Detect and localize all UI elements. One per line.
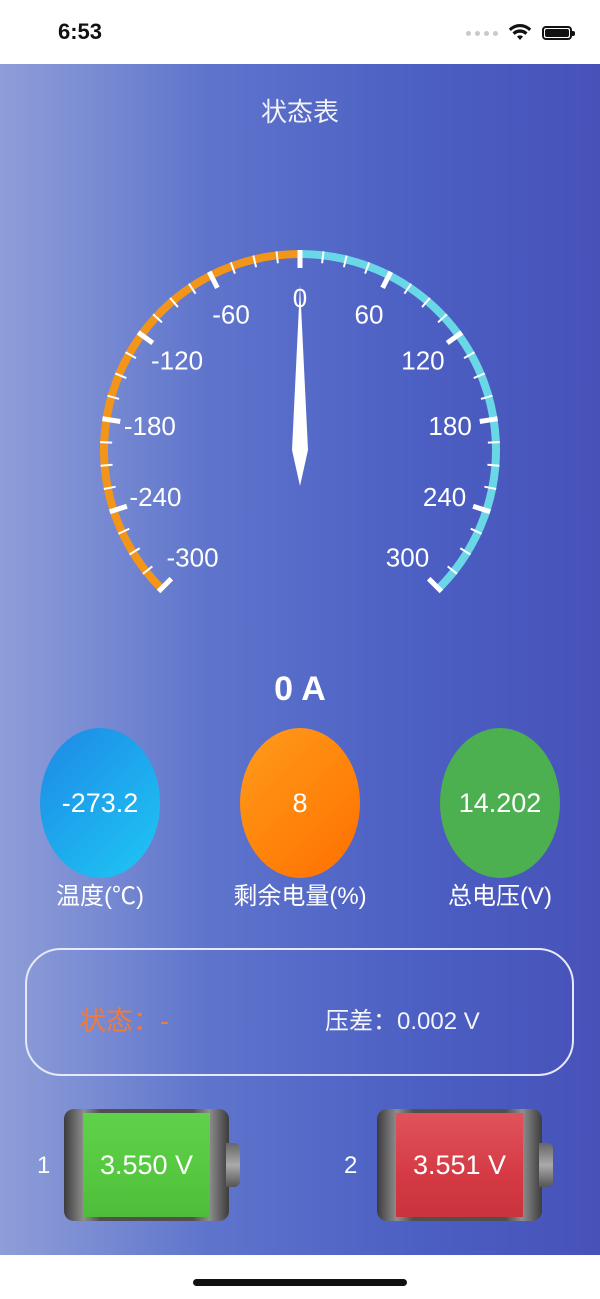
temperature-value: -273.2 [61, 787, 139, 818]
status-bar: 6:53 [0, 0, 600, 64]
voltage-circle: 14.202 [440, 728, 560, 878]
diff-label: 压差： [325, 1008, 397, 1035]
current-readout: 0 A [274, 670, 326, 708]
gauge-tick-label: 60 [355, 300, 384, 330]
status-time: 6:53 [58, 19, 103, 44]
current-gauge: -60-120-180-240-300601201802403000 [100, 250, 500, 594]
state-value: - [160, 1006, 169, 1036]
cell-1-index: 1 [37, 1152, 51, 1179]
gauge-tick-label: -120 [151, 346, 203, 376]
status-panel: 状态：- 压差：0.002 V [25, 948, 574, 1076]
home-indicator[interactable] [193, 1279, 407, 1286]
cell-2-index: 2 [344, 1152, 358, 1179]
gauge-tick-label: -60 [212, 300, 250, 330]
gauge-needle [292, 285, 308, 486]
cell-2-battery: 3.551 V [377, 1109, 553, 1221]
gauge-tick-label: 300 [386, 542, 429, 572]
battery-icon [542, 26, 575, 40]
gauge-major-tick [479, 416, 498, 424]
cell-2-voltage: 3.551 V [396, 1113, 523, 1217]
gauge-minor-tick [100, 463, 113, 467]
main-screen: 状态表 -60-120-180-240-300601201802403000 0… [0, 64, 600, 1255]
wifi-icon [508, 24, 532, 40]
state-text: 状态：- [79, 999, 169, 1038]
cell-1-battery: 3.550 V [64, 1109, 240, 1221]
signal-icon [466, 30, 498, 36]
gauge-tick-label: -240 [129, 482, 181, 512]
soc-label: 剩余电量(%) [233, 883, 367, 910]
soc-circle: 8 [240, 728, 360, 878]
status-icons [466, 22, 575, 44]
gauge-minor-tick [487, 463, 500, 467]
gauge-tick-label: -300 [166, 542, 218, 572]
temperature-circle: -273.2 [40, 728, 160, 878]
voltage-diff-text: 压差：0.002 V [325, 1001, 480, 1036]
diff-value: 0.002 V [397, 1008, 480, 1035]
cell-1-voltage: 3.550 V [83, 1113, 210, 1217]
voltage-label: 总电压(V) [448, 883, 552, 910]
gauge-minor-tick [275, 251, 279, 264]
voltage-value: 14.202 [458, 787, 542, 818]
gauge-tick-label: 180 [428, 411, 471, 441]
gauge-major-tick [102, 416, 121, 424]
gauge-tick-label: 120 [401, 346, 444, 376]
soc-value: 8 [292, 787, 308, 818]
gauge-tick-label: 240 [423, 482, 466, 512]
gauge-tick-label: -180 [124, 411, 176, 441]
state-label: 状态： [79, 1006, 160, 1036]
temperature-label: 温度(℃) [56, 883, 144, 910]
gauge-minor-tick [321, 251, 325, 264]
home-bar-area [0, 1255, 600, 1299]
